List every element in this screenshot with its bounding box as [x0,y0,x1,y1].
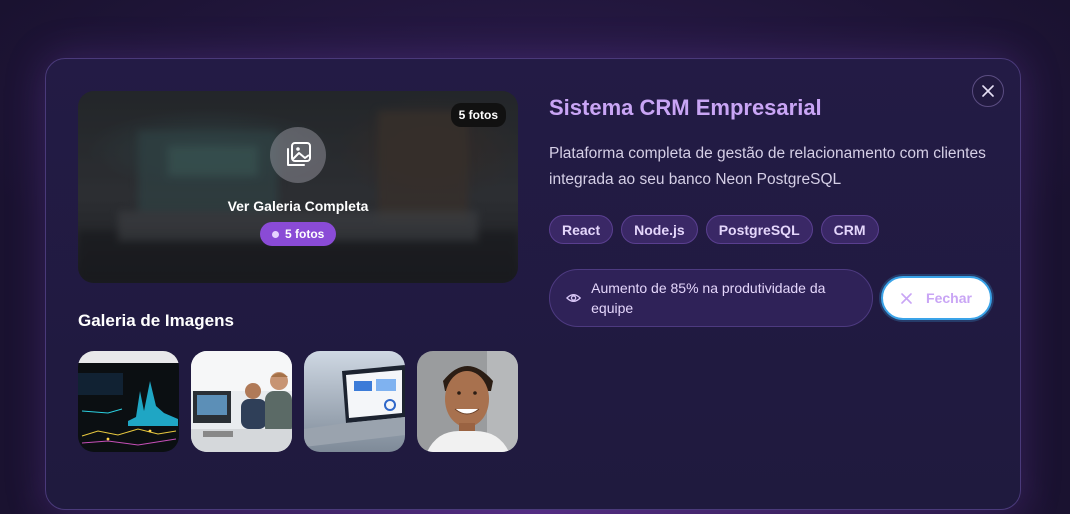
thumb-office-team[interactable] [191,351,292,452]
fechar-button[interactable]: Fechar [881,276,992,320]
fechar-label: Fechar [926,290,972,306]
tech-tags: React Node.js PostgreSQL CRM [549,215,879,244]
close-icon [901,292,912,304]
close-icon [982,85,994,97]
thumb-smiling-man-portrait[interactable] [417,351,518,452]
photo-count-pill-label: 5 fotos [285,227,325,241]
project-description: Plataforma completa de gestão de relacio… [549,145,986,188]
project-modal: 5 fotos Ver Galeria Completa 5 fotos Gal… [45,58,1021,510]
view-gallery-label: Ver Galeria Completa [227,198,369,214]
gallery-thumbnails [78,351,518,452]
project-title: Sistema CRM Empresarial [549,95,822,120]
dot-icon [272,230,279,238]
tag-nodejs: Node.js [621,215,698,244]
eye-icon [566,294,582,302]
metric-text: Aumento de 85% na produtividade da equip… [591,280,826,316]
tag-react: React [549,215,614,244]
metric-badge: Aumento de 85% na produtividade da equip… [549,269,873,327]
close-button[interactable] [972,75,1004,107]
gallery-icon [270,127,326,183]
thumb-dashboard-chart[interactable] [78,351,179,452]
tag-crm: CRM [820,215,879,244]
photo-count-pill: 5 fotos [260,222,337,246]
photo-count-badge: 5 fotos [450,103,506,127]
hero-gallery-card[interactable]: 5 fotos Ver Galeria Completa 5 fotos [78,91,518,283]
tag-postgresql: PostgreSQL [705,215,813,244]
thumb-laptop-dashboard[interactable] [304,351,405,452]
gallery-title: Galeria de Imagens [78,311,234,330]
